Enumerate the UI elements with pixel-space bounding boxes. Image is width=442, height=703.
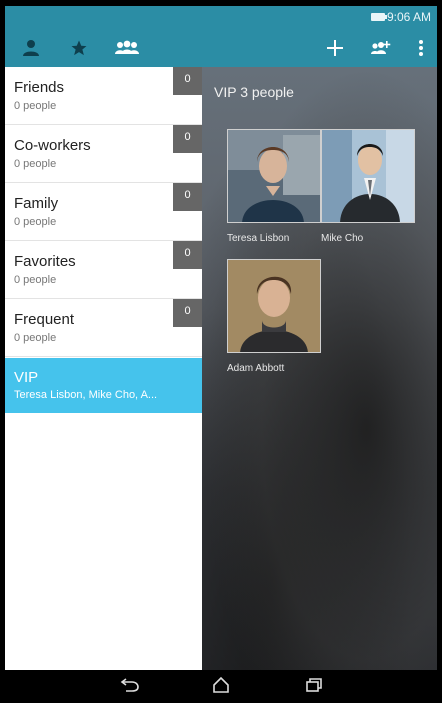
- group-count-badge: 0: [173, 67, 202, 95]
- member-name: Adam Abbott: [227, 363, 285, 374]
- group-item-friends[interactable]: Friends 0 people 0: [5, 67, 202, 125]
- star-icon: [71, 40, 87, 55]
- app-bar: [5, 28, 437, 67]
- member-name: Mike Cho: [321, 233, 364, 244]
- group-subtitle: Teresa Lisbon, Mike Cho, A...: [14, 389, 158, 401]
- group-count-badge: 0: [173, 125, 202, 153]
- status-bar: 9:06 AM: [5, 6, 437, 28]
- group-item-co-workers[interactable]: Co-workers 0 people 0: [5, 125, 202, 183]
- back-button[interactable]: [110, 670, 150, 700]
- member-photo: [321, 129, 415, 223]
- group-subtitle: 0 people: [14, 332, 57, 344]
- home-button[interactable]: [201, 670, 241, 700]
- battery-icon: [371, 13, 387, 21]
- member-name: Teresa Lisbon: [227, 233, 290, 244]
- recents-icon: [306, 678, 322, 692]
- group-subtitle: 0 people: [14, 100, 57, 112]
- home-icon: [213, 676, 229, 693]
- group-count-badge: 0: [173, 183, 202, 211]
- member-photo: [227, 129, 321, 223]
- group-detail-panel: VIP 3 people Teresa Lisbon Mike Cho Adam…: [202, 67, 437, 670]
- recents-button[interactable]: [294, 670, 334, 700]
- group-name: VIP: [14, 369, 39, 386]
- group-item-frequent[interactable]: Frequent 0 people 0: [5, 299, 202, 357]
- tablet-screen: 9:06 AM Friends 0 people 0 Co-workers 0 …: [5, 6, 437, 700]
- group-detail-header: VIP 3 people: [214, 84, 294, 100]
- more-button[interactable]: [403, 28, 437, 67]
- group-name: Family: [14, 195, 59, 212]
- group-count-badge: 0: [173, 299, 202, 327]
- member-photo: [227, 259, 321, 353]
- group-item-favorites[interactable]: Favorites 0 people 0: [5, 241, 202, 299]
- group-item-vip[interactable]: VIP Teresa Lisbon, Mike Cho, A...: [5, 358, 202, 413]
- member-card-mike-cho[interactable]: Mike Cho: [321, 129, 415, 249]
- add-group-icon: [371, 40, 391, 54]
- group-subtitle: 0 people: [14, 158, 57, 170]
- status-time: 9:06 AM: [386, 10, 431, 24]
- group-subtitle: 0 people: [14, 274, 57, 286]
- person-icon: [23, 39, 39, 56]
- group-list: Friends 0 people 0 Co-workers 0 people 0…: [5, 67, 202, 670]
- group-name: Friends: [14, 79, 65, 96]
- system-nav-bar: [5, 670, 437, 700]
- group-count-badge: 0: [173, 241, 202, 269]
- group-name: Co-workers: [14, 137, 91, 154]
- group-name: Favorites: [14, 253, 76, 270]
- group-icon: [115, 40, 139, 54]
- back-icon: [120, 678, 139, 692]
- member-card-teresa-lisbon[interactable]: Teresa Lisbon: [227, 129, 321, 249]
- group-name: Frequent: [14, 311, 75, 328]
- groups-tab[interactable]: [109, 28, 145, 67]
- contacts-tab[interactable]: [13, 28, 49, 67]
- favorites-tab[interactable]: [61, 28, 97, 67]
- member-card-adam-abbott[interactable]: Adam Abbott: [227, 259, 321, 379]
- group-subtitle: 0 people: [14, 216, 57, 228]
- overflow-menu-icon: [419, 39, 423, 56]
- add-button[interactable]: [317, 28, 353, 67]
- group-item-family[interactable]: Family 0 people 0: [5, 183, 202, 241]
- plus-icon: [327, 39, 343, 56]
- add-member-button[interactable]: [363, 28, 399, 67]
